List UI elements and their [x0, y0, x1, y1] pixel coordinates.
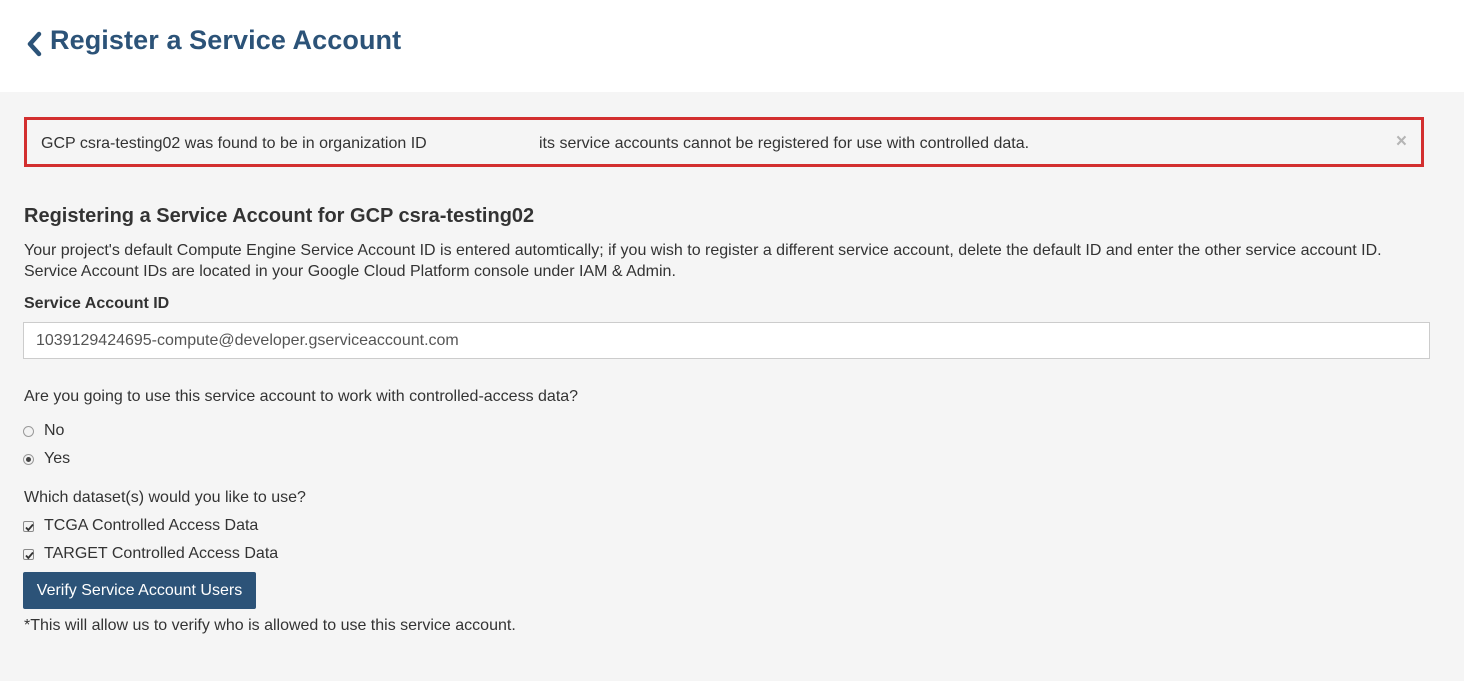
- chevron-left-icon[interactable]: [24, 31, 44, 57]
- service-account-id-input[interactable]: [23, 322, 1430, 359]
- verify-service-account-users-button[interactable]: Verify Service Account Users: [23, 572, 256, 609]
- datasets-question: Which dataset(s) would you like to use?: [24, 489, 306, 506]
- checkbox-label-tcga: TCGA Controlled Access Data: [44, 517, 259, 534]
- checkbox-option-tcga[interactable]: TCGA Controlled Access Data: [23, 517, 258, 535]
- section-title: Registering a Service Account for GCP cs…: [24, 205, 535, 227]
- checkbox-option-target[interactable]: TARGET Controlled Access Data: [23, 545, 278, 563]
- service-account-id-label: Service Account ID: [24, 295, 170, 312]
- page-title: Register a Service Account: [50, 25, 402, 55]
- checkbox-label-target: TARGET Controlled Access Data: [44, 545, 279, 562]
- error-alert: GCP csra-testing02 was found to be in or…: [24, 117, 1424, 167]
- alert-message-continued: its service accounts cannot be registere…: [539, 135, 1030, 152]
- radio-option-yes[interactable]: Yes: [23, 450, 70, 468]
- radio-label-no: No: [44, 422, 65, 439]
- page-header: Register a Service Account: [0, 0, 1464, 92]
- close-icon[interactable]: ×: [1396, 131, 1407, 153]
- footnote: *This will allow us to verify who is all…: [24, 617, 516, 634]
- controlled-access-question: Are you going to use this service accoun…: [24, 388, 579, 405]
- checkbox-tcga[interactable]: [23, 520, 34, 532]
- checkbox-target[interactable]: [23, 548, 34, 560]
- radio-button-no[interactable]: [23, 425, 34, 437]
- section-description: Your project's default Compute Engine Se…: [24, 242, 1382, 280]
- radio-label-yes: Yes: [44, 450, 71, 467]
- radio-button-yes[interactable]: [23, 453, 34, 465]
- alert-message: GCP csra-testing02 was found to be in or…: [41, 135, 427, 152]
- radio-option-no[interactable]: No: [23, 422, 64, 440]
